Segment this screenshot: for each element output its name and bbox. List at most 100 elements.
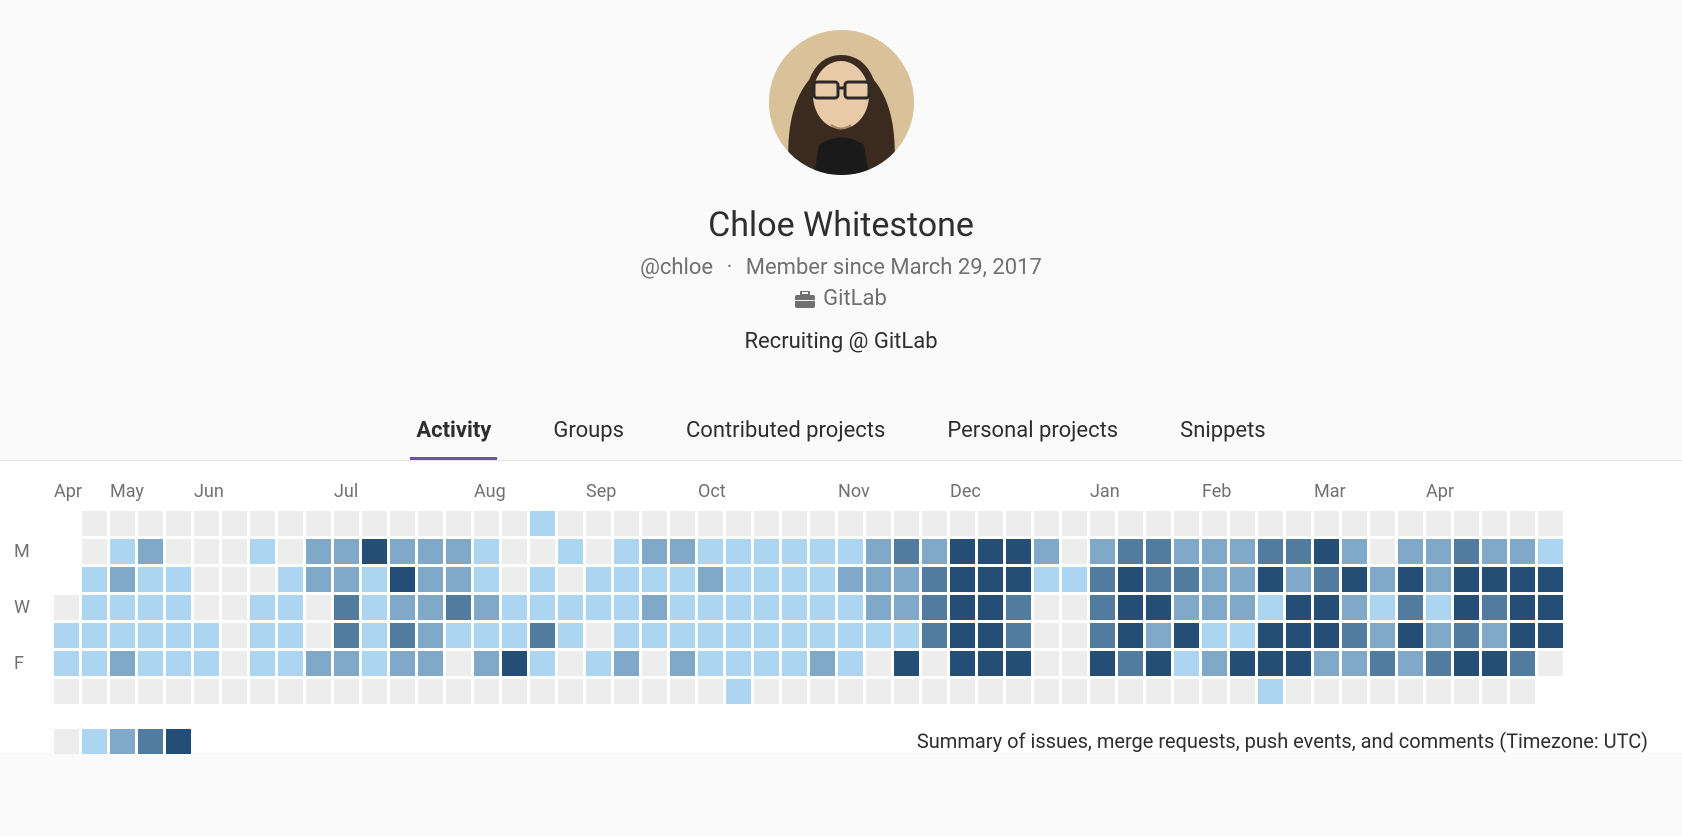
contribution-day[interactable] bbox=[558, 539, 583, 564]
contribution-day[interactable] bbox=[530, 511, 555, 536]
contribution-day[interactable] bbox=[306, 567, 331, 592]
contribution-day[interactable] bbox=[1230, 679, 1255, 704]
contribution-day[interactable] bbox=[838, 567, 863, 592]
contribution-day[interactable] bbox=[138, 651, 163, 676]
contribution-day[interactable] bbox=[1454, 651, 1479, 676]
contribution-day[interactable] bbox=[278, 595, 303, 620]
contribution-day[interactable] bbox=[866, 651, 891, 676]
contribution-day[interactable] bbox=[334, 511, 359, 536]
contribution-day[interactable] bbox=[530, 623, 555, 648]
contribution-day[interactable] bbox=[1426, 511, 1451, 536]
contribution-day[interactable] bbox=[894, 651, 919, 676]
contribution-day[interactable] bbox=[110, 511, 135, 536]
contribution-day[interactable] bbox=[698, 623, 723, 648]
contribution-day[interactable] bbox=[222, 539, 247, 564]
contribution-day[interactable] bbox=[894, 511, 919, 536]
contribution-day[interactable] bbox=[1006, 567, 1031, 592]
contribution-day[interactable] bbox=[1398, 567, 1423, 592]
contribution-day[interactable] bbox=[278, 679, 303, 704]
contribution-day[interactable] bbox=[1314, 623, 1339, 648]
contribution-day[interactable] bbox=[754, 651, 779, 676]
contribution-day[interactable] bbox=[1314, 595, 1339, 620]
contribution-day[interactable] bbox=[222, 679, 247, 704]
contribution-day[interactable] bbox=[446, 567, 471, 592]
contribution-day[interactable] bbox=[1258, 511, 1283, 536]
contribution-day[interactable] bbox=[334, 539, 359, 564]
contribution-day[interactable] bbox=[82, 511, 107, 536]
contribution-day[interactable] bbox=[1006, 595, 1031, 620]
contribution-day[interactable] bbox=[82, 623, 107, 648]
contribution-day[interactable] bbox=[474, 595, 499, 620]
contribution-day[interactable] bbox=[1006, 623, 1031, 648]
contribution-day[interactable] bbox=[642, 567, 667, 592]
contribution-day[interactable] bbox=[1510, 567, 1535, 592]
contribution-day[interactable] bbox=[1286, 511, 1311, 536]
contribution-day[interactable] bbox=[894, 679, 919, 704]
contribution-day[interactable] bbox=[1146, 595, 1171, 620]
contribution-day[interactable] bbox=[166, 623, 191, 648]
contribution-day[interactable] bbox=[698, 511, 723, 536]
contribution-day[interactable] bbox=[1370, 679, 1395, 704]
contribution-day[interactable] bbox=[362, 651, 387, 676]
contribution-day[interactable] bbox=[362, 595, 387, 620]
contribution-day[interactable] bbox=[1314, 567, 1339, 592]
contribution-day[interactable] bbox=[390, 567, 415, 592]
contribution-day[interactable] bbox=[250, 623, 275, 648]
contribution-day[interactable] bbox=[334, 623, 359, 648]
tab-activity[interactable]: Activity bbox=[410, 404, 497, 460]
contribution-day[interactable] bbox=[1202, 595, 1227, 620]
contribution-day[interactable] bbox=[194, 651, 219, 676]
contribution-day[interactable] bbox=[530, 539, 555, 564]
contribution-day[interactable] bbox=[866, 595, 891, 620]
contribution-day[interactable] bbox=[866, 623, 891, 648]
contribution-day[interactable] bbox=[810, 623, 835, 648]
contribution-day[interactable] bbox=[1370, 651, 1395, 676]
contribution-day[interactable] bbox=[1370, 595, 1395, 620]
contribution-day[interactable] bbox=[810, 567, 835, 592]
contribution-day[interactable] bbox=[1090, 651, 1115, 676]
contribution-day[interactable] bbox=[1454, 679, 1479, 704]
contribution-day[interactable] bbox=[138, 679, 163, 704]
contribution-day[interactable] bbox=[1146, 679, 1171, 704]
contribution-day[interactable] bbox=[110, 651, 135, 676]
contribution-day[interactable] bbox=[866, 539, 891, 564]
contribution-day[interactable] bbox=[1342, 539, 1367, 564]
contribution-day[interactable] bbox=[82, 679, 107, 704]
contribution-day[interactable] bbox=[306, 595, 331, 620]
contribution-day[interactable] bbox=[194, 679, 219, 704]
contribution-day[interactable] bbox=[362, 679, 387, 704]
contribution-day[interactable] bbox=[698, 567, 723, 592]
contribution-day[interactable] bbox=[390, 623, 415, 648]
contribution-day[interactable] bbox=[950, 679, 975, 704]
contribution-day[interactable] bbox=[446, 651, 471, 676]
contribution-day[interactable] bbox=[474, 651, 499, 676]
contribution-day[interactable] bbox=[502, 623, 527, 648]
contribution-day[interactable] bbox=[1426, 595, 1451, 620]
contribution-day[interactable] bbox=[1202, 539, 1227, 564]
contribution-day[interactable] bbox=[54, 595, 79, 620]
contribution-day[interactable] bbox=[922, 511, 947, 536]
contribution-day[interactable] bbox=[1538, 567, 1563, 592]
contribution-day[interactable] bbox=[110, 567, 135, 592]
contribution-day[interactable] bbox=[1202, 679, 1227, 704]
contribution-day[interactable] bbox=[166, 679, 191, 704]
contribution-day[interactable] bbox=[838, 679, 863, 704]
contribution-day[interactable] bbox=[306, 511, 331, 536]
contribution-day[interactable] bbox=[670, 595, 695, 620]
contribution-day[interactable] bbox=[586, 651, 611, 676]
contribution-day[interactable] bbox=[1230, 567, 1255, 592]
contribution-day[interactable] bbox=[642, 595, 667, 620]
contribution-day[interactable] bbox=[670, 511, 695, 536]
contribution-day[interactable] bbox=[642, 679, 667, 704]
contribution-day[interactable] bbox=[1286, 567, 1311, 592]
contribution-day[interactable] bbox=[306, 679, 331, 704]
contribution-day[interactable] bbox=[642, 651, 667, 676]
contribution-day[interactable] bbox=[1258, 539, 1283, 564]
contribution-day[interactable] bbox=[138, 511, 163, 536]
contribution-day[interactable] bbox=[866, 511, 891, 536]
contribution-day[interactable] bbox=[922, 623, 947, 648]
contribution-day[interactable] bbox=[278, 511, 303, 536]
contribution-day[interactable] bbox=[1146, 539, 1171, 564]
contribution-day[interactable] bbox=[1342, 567, 1367, 592]
contribution-day[interactable] bbox=[82, 539, 107, 564]
